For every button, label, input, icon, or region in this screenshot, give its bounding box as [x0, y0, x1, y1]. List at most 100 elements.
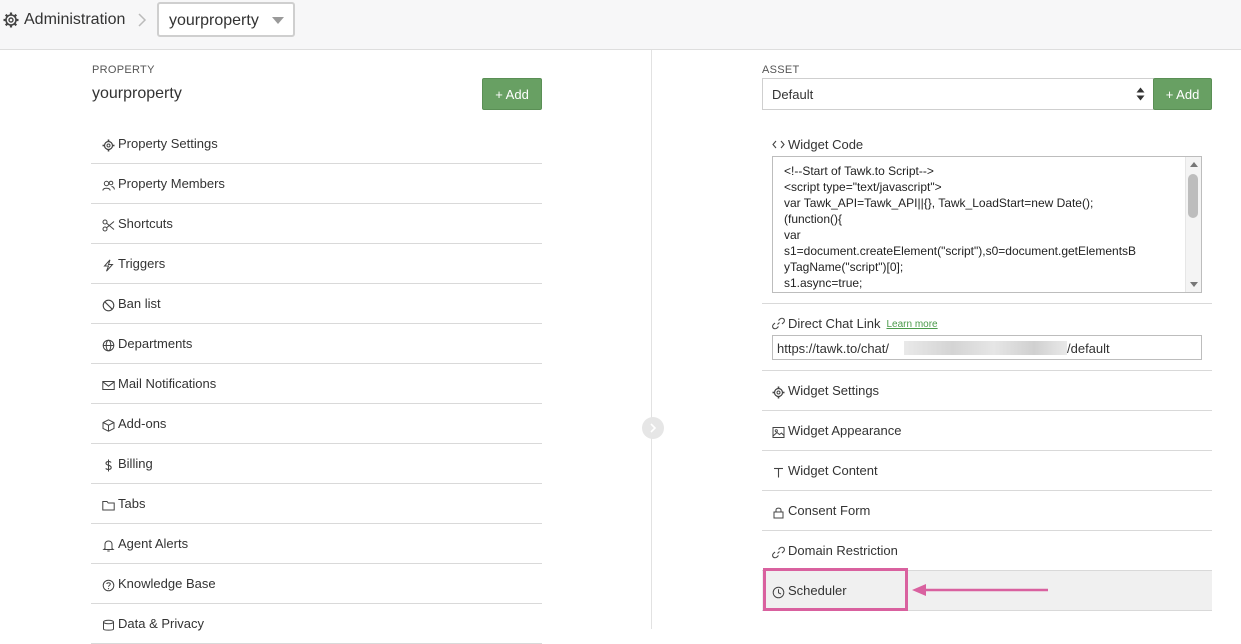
- image-icon: [772, 426, 785, 438]
- redacted-id: [904, 341, 1067, 355]
- lightning-icon: [103, 258, 114, 272]
- menu-item-label: Agent Alerts: [118, 536, 189, 551]
- menu-item-label: Departments: [118, 336, 193, 351]
- direct-chat-link-label: Direct Chat Link: [788, 316, 881, 331]
- menu-item-property-settings[interactable]: Property Settings: [91, 124, 542, 164]
- widget-code-label: Widget Code: [788, 137, 864, 152]
- menu-item-mail-notifications[interactable]: Mail Notifications: [91, 364, 542, 404]
- scroll-down-icon[interactable]: [1190, 282, 1198, 287]
- code-line: yTagName("script")[0];: [784, 260, 904, 274]
- gear-icon: [102, 139, 115, 151]
- scissors-icon: [102, 219, 115, 231]
- menu-item-label: Property Settings: [118, 136, 218, 151]
- menu-item-label: Billing: [118, 456, 153, 471]
- direct-chat-link-input[interactable]: https://tawk.to/chat/ /default: [772, 335, 1202, 360]
- menu-item-knowledge-base[interactable]: Knowledge Base: [91, 564, 542, 604]
- code-line: <script type="text/javascript">: [784, 180, 942, 194]
- code-line: s1.async=true;: [784, 276, 863, 290]
- property-select[interactable]: yourproperty: [157, 2, 295, 37]
- menu-item-widget-content[interactable]: Widget Content: [762, 451, 1212, 491]
- menu-item-shortcuts[interactable]: Shortcuts: [91, 204, 542, 244]
- menu-item-ban-list[interactable]: Ban list: [91, 284, 542, 324]
- menu-item-domain-restriction[interactable]: Domain Restriction: [762, 531, 1212, 571]
- breadcrumb[interactable]: Administration: [3, 10, 125, 30]
- panel-collapse-button[interactable]: [642, 417, 664, 439]
- caret-down-icon: [272, 17, 284, 24]
- menu-item-label: Widget Settings: [788, 383, 880, 398]
- property-menu: Property Settings Property Members Short…: [91, 124, 542, 644]
- annotation-arrow-icon: [912, 584, 1048, 596]
- link-url-prefix: https://tawk.to/chat/: [777, 341, 889, 356]
- widget-code-title: Widget Code: [772, 137, 863, 152]
- scroll-up-icon[interactable]: [1190, 162, 1198, 167]
- menu-item-label: Property Members: [118, 176, 225, 191]
- widget-code-content: <!--Start of Tawk.to Script--> <script t…: [784, 163, 1184, 291]
- code-line: s1=document.createElement("script"),s0=d…: [784, 244, 1137, 258]
- menu-item-label: Ban list: [118, 296, 161, 311]
- menu-item-consent-form[interactable]: Consent Form: [762, 491, 1212, 531]
- property-name: yourproperty: [92, 85, 182, 102]
- bell-icon: [102, 539, 115, 551]
- envelope-icon: [102, 380, 115, 390]
- menu-item-label: Shortcuts: [118, 216, 173, 231]
- asset-section-label: ASSET: [762, 64, 800, 76]
- sort-arrows-icon: [1136, 87, 1145, 101]
- text-icon: [774, 467, 783, 477]
- breadcrumb-title: Administration: [24, 11, 126, 28]
- menu-item-label: Triggers: [118, 256, 166, 271]
- menu-item-billing[interactable]: Billing: [91, 444, 542, 484]
- folder-icon: [102, 500, 115, 510]
- code-line: (function(){: [784, 212, 843, 226]
- add-asset-button[interactable]: + Add: [1153, 78, 1212, 110]
- menu-item-departments[interactable]: Departments: [91, 324, 542, 364]
- menu-item-widget-settings[interactable]: Widget Settings: [762, 371, 1212, 411]
- annotation-highlight: [763, 568, 908, 611]
- code-line: <!--Start of Tawk.to Script-->: [784, 164, 934, 178]
- top-bar: Administration yourproperty: [0, 0, 1241, 50]
- divider: [762, 303, 1212, 304]
- menu-item-label: Tabs: [118, 496, 146, 511]
- menu-item-label: Mail Notifications: [118, 376, 217, 391]
- menu-item-label: Domain Restriction: [788, 543, 898, 558]
- scroll-thumb[interactable]: [1188, 174, 1198, 218]
- learn-more-link[interactable]: Learn more: [886, 319, 937, 330]
- menu-item-label: Widget Content: [788, 463, 878, 478]
- link-url-suffix: /default: [1067, 341, 1110, 356]
- chevron-right-icon: [138, 13, 147, 27]
- database-icon: [103, 619, 114, 631]
- code-line: var Tawk_API=Tawk_API||{}, Tawk_LoadStar…: [784, 196, 1094, 210]
- property-section-label: PROPERTY: [92, 64, 155, 76]
- menu-item-agent-alerts[interactable]: Agent Alerts: [91, 524, 542, 564]
- widget-code-textarea[interactable]: <!--Start of Tawk.to Script--> <script t…: [772, 156, 1202, 293]
- link-icon: [772, 317, 785, 330]
- asset-select-value: Default: [772, 87, 814, 102]
- asset-select[interactable]: Default: [762, 78, 1154, 110]
- menu-item-triggers[interactable]: Triggers: [91, 244, 542, 284]
- code-scrollbar[interactable]: [1185, 157, 1201, 292]
- add-property-button[interactable]: + Add: [482, 78, 542, 110]
- menu-item-data-privacy[interactable]: Data & Privacy: [91, 604, 542, 644]
- menu-item-add-ons[interactable]: Add-ons: [91, 404, 542, 444]
- link-icon: [772, 546, 785, 558]
- ban-icon: [102, 299, 115, 311]
- code-line: var: [784, 228, 801, 242]
- menu-item-label: Knowledge Base: [118, 576, 216, 591]
- panel-divider: [651, 50, 652, 629]
- globe-icon: [102, 339, 115, 351]
- lock-icon: [773, 507, 784, 518]
- menu-item-property-members[interactable]: Property Members: [91, 164, 542, 204]
- property-select-value: yourproperty: [169, 12, 259, 29]
- menu-item-label: Widget Appearance: [788, 423, 902, 438]
- menu-item-label: Consent Form: [788, 503, 871, 518]
- code-icon: [772, 140, 785, 149]
- gear-icon: [772, 386, 785, 398]
- direct-chat-link-title: Direct Chat Link Learn more: [772, 316, 938, 331]
- users-icon: [102, 180, 115, 191]
- menu-item-label: Add-ons: [118, 416, 167, 431]
- menu-item-tabs[interactable]: Tabs: [91, 484, 542, 524]
- menu-item-widget-appearance[interactable]: Widget Appearance: [762, 411, 1212, 451]
- chevron-right-icon: [650, 423, 657, 433]
- question-icon: [102, 579, 115, 591]
- gear-icon: [3, 12, 19, 28]
- box-icon: [102, 418, 115, 432]
